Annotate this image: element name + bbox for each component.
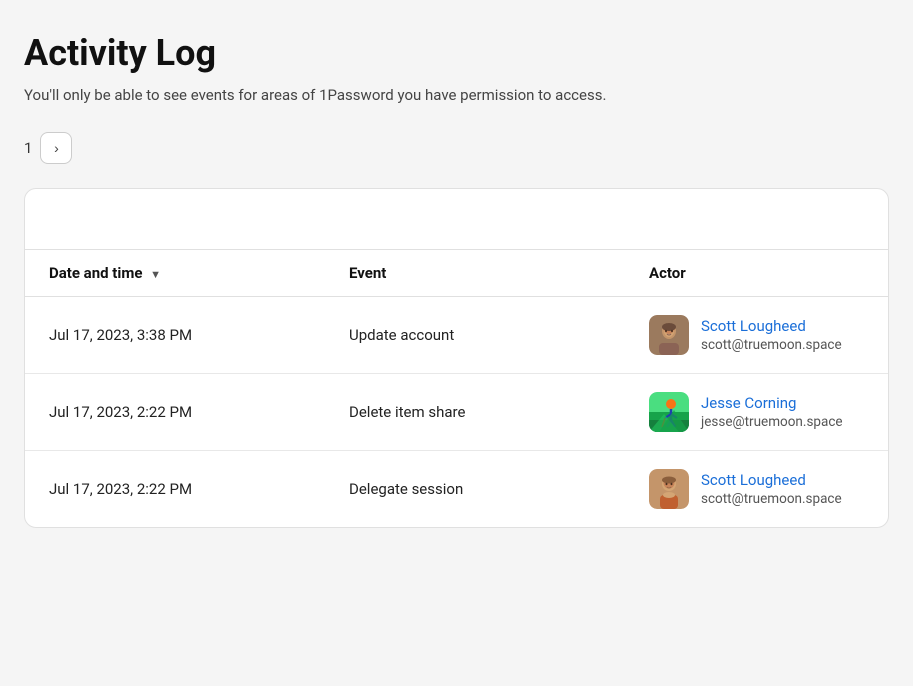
- date-column-label: Date and time: [49, 264, 142, 282]
- event-value: Update account: [349, 326, 454, 344]
- actor-name-link[interactable]: Jesse Corning: [701, 394, 843, 412]
- avatar: [649, 469, 689, 509]
- page-title: Activity Log: [24, 32, 889, 74]
- avatar: [649, 392, 689, 432]
- actor-info: Jesse Corning jesse@truemoon.space: [701, 394, 843, 430]
- event-value: Delegate session: [349, 480, 463, 498]
- page-subtitle: You'll only be able to see events for ar…: [24, 86, 889, 104]
- actor-email: scott@truemoon.space: [701, 491, 842, 507]
- actor-email: jesse@truemoon.space: [701, 414, 843, 430]
- actor-name-link[interactable]: Scott Lougheed: [701, 317, 842, 335]
- date-value: Jul 17, 2023, 3:38 PM: [49, 326, 192, 344]
- next-page-button[interactable]: ›: [40, 132, 72, 164]
- event-cell: Delete item share: [325, 374, 625, 451]
- actor-cell: Jesse Corning jesse@truemoon.space: [625, 374, 888, 451]
- table-row: Jul 17, 2023, 2:22 PM Delete item share: [25, 374, 888, 451]
- activity-log-table-container: Date and time ▼ Event Actor Jul 17, 2023…: [24, 188, 889, 528]
- actor-info: Scott Lougheed scott@truemoon.space: [701, 471, 842, 507]
- chevron-right-icon: ›: [54, 140, 59, 156]
- date-cell: Jul 17, 2023, 3:38 PM: [25, 297, 325, 374]
- actor-column-header: Actor: [625, 250, 888, 297]
- table-header-row: Date and time ▼ Event Actor: [25, 250, 888, 297]
- date-value: Jul 17, 2023, 2:22 PM: [49, 480, 192, 498]
- actor-name-link[interactable]: Scott Lougheed: [701, 471, 842, 489]
- table-row: Jul 17, 2023, 3:38 PM Update account: [25, 297, 888, 374]
- event-cell: Delegate session: [325, 451, 625, 528]
- event-column-label: Event: [349, 264, 386, 282]
- actor-email: scott@truemoon.space: [701, 337, 842, 353]
- avatar: [649, 315, 689, 355]
- sort-icon: ▼: [150, 268, 161, 281]
- actor-cell: Scott Lougheed scott@truemoon.space: [625, 451, 888, 528]
- event-value: Delete item share: [349, 403, 465, 421]
- pagination: 1 ›: [24, 132, 889, 164]
- date-cell: Jul 17, 2023, 2:22 PM: [25, 451, 325, 528]
- event-cell: Update account: [325, 297, 625, 374]
- current-page: 1: [24, 139, 32, 157]
- actor-column-label: Actor: [649, 264, 686, 282]
- event-column-header: Event: [325, 250, 625, 297]
- table-row: Jul 17, 2023, 2:22 PM Delegate session: [25, 451, 888, 528]
- activity-log-table: Date and time ▼ Event Actor Jul 17, 2023…: [25, 249, 888, 527]
- date-value: Jul 17, 2023, 2:22 PM: [49, 403, 192, 421]
- date-column-header[interactable]: Date and time ▼: [25, 250, 325, 297]
- actor-info: Scott Lougheed scott@truemoon.space: [701, 317, 842, 353]
- table-top-spacer: [25, 189, 888, 249]
- date-cell: Jul 17, 2023, 2:22 PM: [25, 374, 325, 451]
- actor-cell: Scott Lougheed scott@truemoon.space: [625, 297, 888, 374]
